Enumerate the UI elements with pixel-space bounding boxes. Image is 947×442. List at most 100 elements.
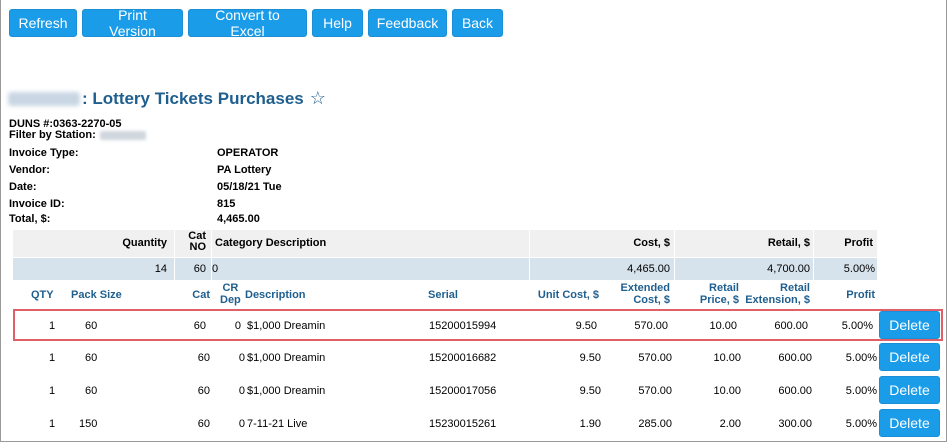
quantity-header: Quantity (122, 237, 167, 249)
cr-dep-header-line1: CR (222, 282, 239, 294)
row-unit-cost: 9.50 (575, 320, 597, 332)
profit-header: Profit (844, 237, 873, 249)
row-cr-dep: 0 (234, 320, 241, 332)
invoice-type-label: Invoice Type: (9, 147, 79, 159)
summary-cost: 4,465.00 (627, 263, 670, 275)
row-cat: 60 (193, 320, 206, 332)
row-profit: 5.00% (845, 385, 877, 397)
redacted-station (99, 130, 146, 140)
cost-header: Cost, $ (633, 237, 670, 249)
column-divider (529, 258, 530, 280)
date-label: Date: (9, 181, 37, 193)
toolbar: Refresh Print Version Convert to Excel H… (9, 7, 503, 39)
delete-button[interactable]: Delete (879, 409, 940, 437)
summary-category-description: 0 (212, 263, 219, 275)
refresh-button[interactable]: Refresh (9, 9, 77, 37)
table-row: 1 60 60 0 $1,000 Dreamin 15200017056 9.5… (13, 376, 943, 406)
column-divider (529, 230, 530, 257)
retail-price-header-line2: Price, $ (699, 294, 739, 306)
row-description: $1,000 Dreamin (247, 352, 326, 364)
table-row: 1 150 60 0 7-11-21 Live 15230015261 1.90… (13, 409, 943, 439)
retail-extension-header-line1: Retail (780, 282, 810, 294)
back-button[interactable]: Back (452, 9, 503, 37)
column-divider (813, 258, 814, 280)
pack-size-column-header: Pack Size (71, 289, 122, 301)
row-cr-dep: 0 (238, 352, 245, 364)
cr-dep-column-header: CR Dep (220, 282, 241, 306)
unit-cost-column-header: Unit Cost, $ (537, 289, 599, 301)
retail-extension-column-header: Retail Extension, $ (745, 282, 810, 306)
extended-cost-header-line1: Extended (620, 282, 670, 294)
row-cat: 60 (197, 418, 210, 430)
station-filter-label: Filter by Station: (9, 129, 96, 141)
station-filter: Filter by Station: (9, 129, 146, 141)
summary-profit: 5.00% (843, 263, 875, 275)
row-retail-price: 10.00 (709, 320, 737, 332)
category-description-header: Category Description (215, 237, 327, 249)
delete-button[interactable]: Delete (879, 343, 940, 371)
total-label: Total, $: (9, 213, 51, 225)
invoice-id-value: 815 (217, 198, 236, 210)
row-serial: 15200015994 (429, 320, 497, 332)
row-description: $1,000 Dreamin (247, 385, 326, 397)
page-title-text: : Lottery Tickets Purchases (82, 88, 304, 108)
row-pack-size: 150 (79, 418, 98, 430)
extended-cost-column-header: Extended Cost, $ (620, 282, 670, 306)
vendor-value: PA Lottery (217, 164, 272, 176)
delete-button[interactable]: Delete (879, 311, 940, 339)
row-qty: 1 (49, 352, 56, 364)
star-icon[interactable]: ☆ (310, 88, 326, 109)
convert-to-excel-button[interactable]: Convert to Excel (188, 7, 307, 39)
table-row: 1 60 60 0 $1,000 Dreamin 15200015994 9.5… (13, 309, 943, 341)
row-extended-cost: 285.00 (638, 418, 672, 430)
feedback-button[interactable]: Feedback (368, 9, 447, 37)
row-serial: 15200017056 (429, 385, 497, 397)
row-qty: 1 (49, 418, 56, 430)
row-cat: 60 (197, 385, 210, 397)
invoice-type-value: OPERATOR (217, 147, 279, 159)
row-unit-cost: 1.90 (579, 418, 601, 430)
summary-quantity: 14 (154, 263, 167, 275)
serial-column-header: Serial (428, 289, 458, 301)
row-retail-extension: 600.00 (778, 352, 812, 364)
column-divider (174, 258, 175, 280)
row-description: $1,000 Dreamin (247, 320, 326, 332)
description-column-header: Description (245, 289, 306, 301)
row-unit-cost: 9.50 (579, 385, 601, 397)
row-pack-size: 60 (85, 320, 98, 332)
summary-retail: 4,700.00 (767, 263, 810, 275)
delete-button[interactable]: Delete (879, 376, 940, 404)
qty-column-header: QTY (31, 289, 54, 301)
row-retail-extension: 600.00 (774, 320, 808, 332)
column-divider (211, 230, 212, 257)
redacted-store-name (8, 91, 80, 106)
row-cat: 60 (197, 352, 210, 364)
row-unit-cost: 9.50 (579, 352, 601, 364)
extended-cost-header-line2: Cost, $ (633, 294, 670, 306)
row-profit: 5.00% (845, 418, 877, 430)
row-qty: 1 (49, 320, 56, 332)
detail-column-header: QTY Pack Size Cat CR Dep Description Ser… (13, 282, 877, 308)
row-retail-price: 10.00 (713, 352, 741, 364)
help-button[interactable]: Help (312, 9, 363, 37)
retail-extension-header-line2: Extension, $ (745, 294, 810, 306)
cat-no-header: Cat NO (188, 231, 206, 253)
row-serial: 15230015261 (429, 418, 497, 430)
table-row: 1 60 60 0 $1,000 Dreamin 15200016682 9.5… (13, 343, 943, 373)
date-value: 05/18/21 Tue (217, 181, 282, 193)
summary-row: 14 60 0 4,465.00 4,700.00 5.00% (13, 258, 877, 280)
column-divider (813, 230, 814, 257)
row-cr-dep: 0 (238, 385, 245, 397)
row-retail-extension: 300.00 (778, 418, 812, 430)
vendor-label: Vendor: (9, 164, 50, 176)
retail-header: Retail, $ (767, 237, 810, 249)
print-version-button[interactable]: Print Version (82, 7, 183, 39)
row-extended-cost: 570.00 (634, 320, 668, 332)
invoice-id-label: Invoice ID: (9, 198, 65, 210)
row-serial: 15200016682 (429, 352, 497, 364)
retail-price-header-line1: Retail (709, 282, 739, 294)
column-divider (674, 258, 675, 280)
total-value: 4,465.00 (217, 213, 260, 225)
row-retail-price: 2.00 (719, 418, 741, 430)
column-divider (674, 230, 675, 257)
